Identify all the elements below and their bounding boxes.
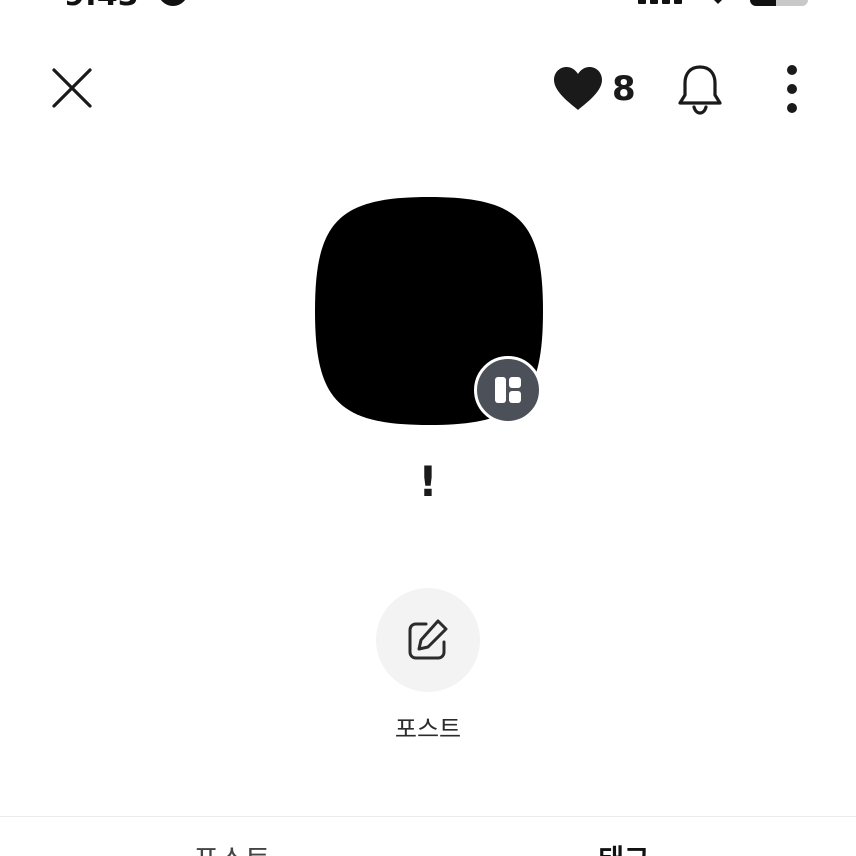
post-button[interactable]	[376, 588, 480, 692]
bell-icon	[678, 65, 722, 115]
wifi-icon	[708, 0, 728, 4]
more-vertical-icon	[787, 65, 797, 113]
close-button[interactable]	[44, 60, 100, 116]
more-button[interactable]	[770, 60, 814, 118]
like-button[interactable]: 8	[552, 62, 636, 116]
like-count: 8	[612, 69, 636, 109]
close-icon	[52, 68, 92, 108]
tab-posts[interactable]: 포스트	[132, 840, 332, 856]
status-notification-icon	[158, 0, 188, 6]
profile-name: !	[418, 457, 438, 506]
profile-badge-button[interactable]	[474, 356, 542, 424]
signal-icon	[638, 0, 686, 4]
post-button-label[interactable]: 포스트	[328, 712, 528, 746]
tab-tags[interactable]: 태그	[524, 840, 724, 856]
edit-icon	[408, 619, 448, 660]
layout-grid-icon	[495, 377, 521, 403]
battery-icon	[750, 0, 808, 6]
status-time: 9:43	[64, 0, 139, 11]
profile-screen: 9:43 8	[0, 0, 856, 856]
heart-icon	[554, 67, 602, 110]
tab-divider	[0, 816, 856, 817]
notifications-button[interactable]	[672, 60, 728, 118]
status-bar: 9:43	[0, 0, 856, 11]
